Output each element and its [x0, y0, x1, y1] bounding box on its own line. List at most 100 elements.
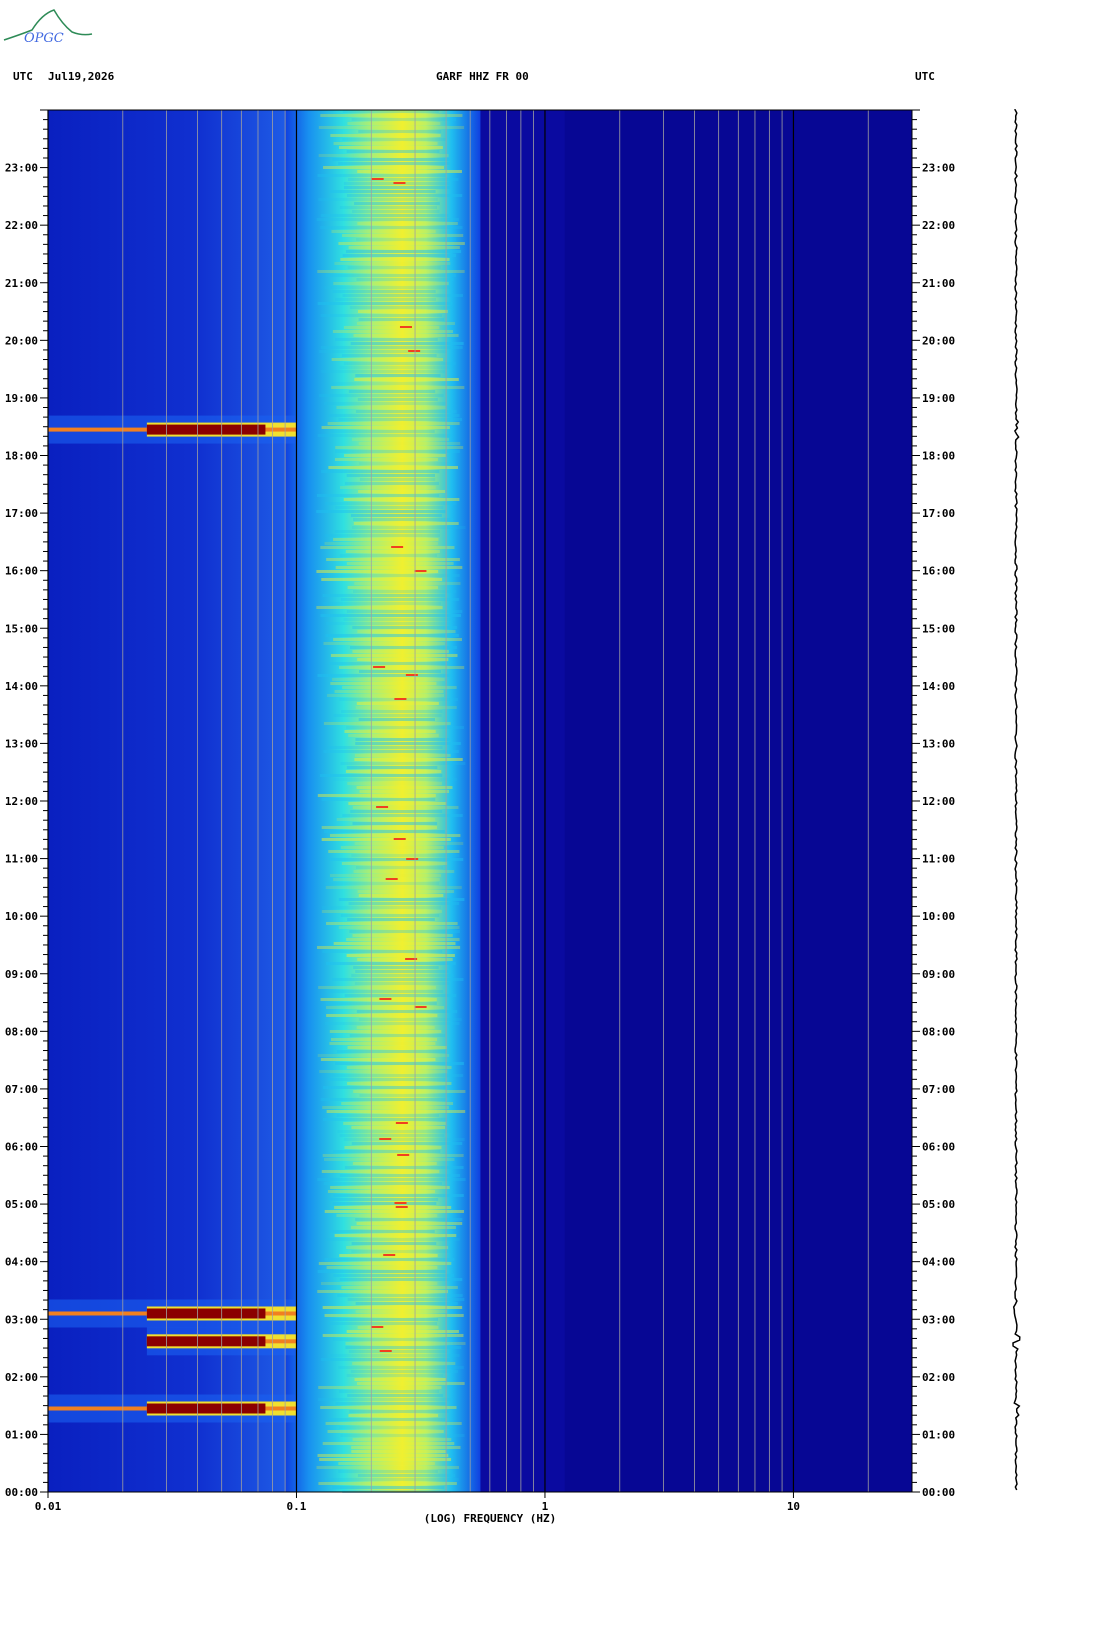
ridge-streak: [346, 610, 463, 613]
y-tick-label-left: 00:00: [5, 1486, 38, 1499]
y-tick-label-right: 14:00: [922, 680, 955, 693]
ridge-streak: [316, 510, 446, 513]
ridge-streak: [318, 1482, 457, 1485]
ridge-streak: [355, 1310, 448, 1313]
ridge-streak: [329, 874, 442, 877]
ridge-streak: [331, 358, 444, 361]
ridge-streak: [351, 854, 460, 857]
ridge-streak: [329, 1198, 439, 1201]
ridge-streak: [334, 458, 438, 461]
ridge-streak: [333, 638, 462, 641]
y-tick-label-left: 03:00: [5, 1313, 38, 1326]
ridge-streak: [338, 1470, 438, 1473]
ridge-streak: [317, 270, 465, 273]
ridge-streak: [321, 838, 451, 841]
ridge-streak: [342, 254, 456, 257]
ridge-streak: [324, 882, 439, 885]
ridge-streak: [319, 394, 444, 397]
ridge-streak: [357, 1382, 465, 1385]
ridge-streak: [320, 1098, 447, 1101]
y-tick-label-right: 17:00: [922, 507, 955, 520]
ridge-streak: [328, 1418, 446, 1421]
ridge-streak: [325, 886, 462, 889]
ridge-streak: [345, 250, 462, 253]
ridge-streak: [328, 850, 460, 853]
ridge-streak: [321, 910, 442, 913]
ridge-streak: [352, 822, 438, 825]
ridge-streak: [352, 626, 458, 629]
ridge-streak: [357, 1326, 439, 1329]
ridge-streak: [350, 810, 443, 813]
ridge-hotspot: [373, 666, 386, 668]
ridge-streak: [320, 214, 449, 217]
ridge-streak: [332, 158, 450, 161]
ridge-hotspot: [406, 858, 419, 860]
x-axis-label: (LOG) FREQUENCY (HZ): [424, 1512, 556, 1525]
x-tick-label: 10: [787, 1500, 800, 1513]
ridge-streak: [347, 266, 441, 269]
ridge-streak: [333, 778, 458, 781]
event-core: [146, 1403, 266, 1414]
ridge-streak: [325, 634, 459, 637]
ridge-streak: [335, 1062, 464, 1065]
ridge-streak: [320, 226, 463, 229]
ridge-streak: [332, 1202, 437, 1205]
ridge-streak: [326, 1266, 438, 1269]
ridge-hotspot: [393, 838, 406, 840]
ridge-streak: [352, 650, 449, 653]
ridge-streak: [322, 950, 443, 953]
ridge-streak: [329, 1318, 439, 1321]
ridge-streak: [354, 982, 450, 985]
ridge-streak: [327, 746, 443, 749]
ridge-streak: [320, 614, 461, 617]
ridge-streak: [347, 586, 439, 589]
ridge-streak: [338, 146, 443, 149]
ridge-streak: [354, 582, 461, 585]
ridge-streak: [342, 814, 463, 817]
ridge-streak: [359, 1094, 452, 1097]
ridge-hotspot: [371, 178, 384, 180]
ridge-streak: [351, 1142, 463, 1145]
ridge-streak: [351, 1126, 446, 1129]
ridge-hotspot: [393, 182, 406, 184]
ridge-streak: [325, 1422, 462, 1425]
ridge-streak: [322, 1442, 455, 1445]
ridge-streak: [327, 1190, 435, 1193]
ridge-streak: [317, 434, 452, 437]
ridge-streak: [351, 1450, 446, 1453]
ridge-streak: [339, 206, 437, 209]
ridge-streak: [323, 722, 451, 725]
ridge-hotspot: [379, 1138, 392, 1140]
ridge-streak: [354, 202, 440, 205]
ridge-streak: [323, 750, 459, 753]
ridge-streak: [358, 718, 435, 721]
ridge-streak: [354, 754, 451, 757]
y-tick-label-right: 06:00: [922, 1141, 955, 1154]
y-tick-label-right: 05:00: [922, 1198, 955, 1211]
ridge-streak: [318, 198, 438, 201]
ridge-streak: [349, 646, 458, 649]
ridge-streak: [338, 1462, 435, 1465]
ridge-streak: [317, 1454, 449, 1457]
ridge-streak: [353, 966, 439, 969]
y-tick-label-left: 04:00: [5, 1256, 38, 1269]
ridge-streak: [332, 330, 454, 333]
ridge-streak: [347, 1082, 452, 1085]
ridge-streak: [332, 1486, 445, 1489]
y-tick-label-right: 13:00: [922, 737, 955, 750]
y-tick-label-left: 13:00: [5, 737, 38, 750]
ridge-streak: [351, 1446, 461, 1449]
ridge-streak: [321, 906, 442, 909]
ridge-streak: [335, 298, 436, 301]
ridge-streak: [324, 286, 451, 289]
ridge-streak: [326, 922, 458, 925]
y-tick-label-right: 01:00: [922, 1428, 955, 1441]
ridge-streak: [351, 118, 457, 121]
ridge-streak: [346, 1330, 459, 1333]
ridge-hotspot: [371, 1326, 384, 1328]
ridge-streak: [323, 166, 445, 169]
ridge-streak: [333, 714, 442, 717]
ridge-streak: [330, 430, 435, 433]
ridge-streak: [329, 1230, 435, 1233]
ridge-hotspot: [408, 350, 421, 352]
